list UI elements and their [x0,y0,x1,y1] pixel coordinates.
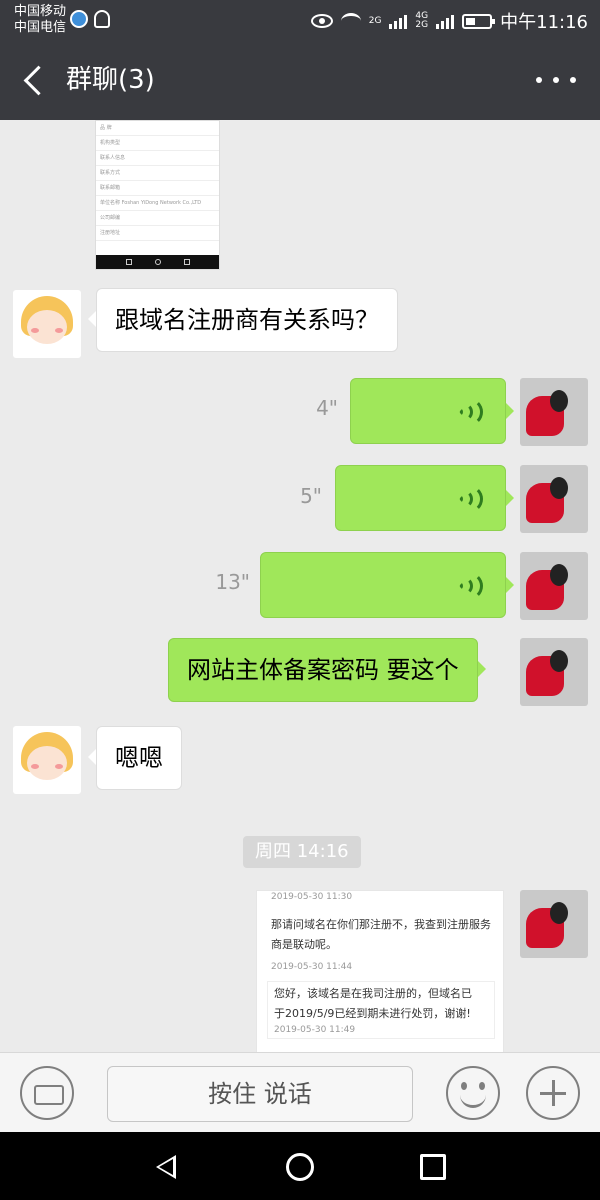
image-row: 品 牌 [96,121,219,136]
video-app-icon [70,10,88,28]
image-navbar [96,255,219,269]
image-timestamp: 2019-05-30 11:44 [271,962,353,972]
nav-back-icon[interactable] [152,1153,180,1181]
system-nav-bar [0,1132,600,1200]
image-row: 单位名称 Foshan YiDong Network Co.,LTD [96,196,219,211]
image-row: 联系方式 [96,166,219,181]
image-message-chat-screenshot[interactable]: 2019-05-30 11:30 那请问域名在你们那注册不，我查到注册服务商是联… [256,890,504,1052]
more-icon[interactable] [536,68,576,92]
image-message-phone-screenshot[interactable]: 品 牌 机构类型 联系人信息 联系方式 联系邮箱 单位名称 Foshan YiD… [95,120,220,270]
avatar-self[interactable] [520,378,588,446]
image-row: 公司邮编 [96,211,219,226]
avatar-self[interactable] [520,890,588,958]
image-row: 联系人信息 [96,151,219,166]
keyboard-icon[interactable] [20,1066,74,1120]
nav-recent-icon[interactable] [420,1154,446,1180]
message-bubble-left[interactable]: 跟域名注册商有关系吗？ [88,288,398,352]
voice-duration: 13" [215,570,250,594]
emoji-icon[interactable] [446,1066,500,1120]
image-row: 注册地址 [96,226,219,241]
timestamp-divider: 周四 14:16 [243,836,361,868]
nav-home-icon[interactable] [286,1153,314,1181]
voice-message[interactable] [350,378,514,444]
signal-icon-2 [436,13,455,29]
plus-icon[interactable] [526,1066,580,1120]
status-right: 2G 4G 2G 中午11:16 [310,8,588,34]
avatar-self[interactable] [520,638,588,706]
image-row: 联系邮箱 [96,181,219,196]
carrier-labels: 中国移动 中国电信 [14,4,66,36]
hold-to-talk-button[interactable]: 按住 说话 [107,1066,413,1122]
carrier-1: 中国移动 [14,4,67,19]
message-bubble-left[interactable]: 嗯嗯 [88,726,182,790]
voice-wave-icon [455,397,483,427]
status-time: 中午11:16 [500,12,588,33]
network-type-2: 4G 2G [415,12,428,30]
voice-duration: 5" [300,484,322,508]
image-row: 机构类型 [96,136,219,151]
message-bubble-right[interactable]: 网站主体备案密码 要这个 [168,638,486,702]
voice-wave-icon [455,484,483,514]
image-timestamp: 2019-05-30 11:30 [271,892,353,902]
image-text: 那请问域名在你们那注册不，我查到注册服务商是联动呢。 [271,918,491,951]
status-bar: 中国移动 中国电信 2G 4G 2G 中午11:16 [0,0,600,40]
carrier-2: 中国电信 [14,20,67,35]
signal-icon [389,13,408,29]
chat-title: 群聊(3) [66,65,155,95]
network-type-3-label: 2G [415,20,429,30]
input-bar: 按住 说话 [0,1052,600,1132]
back-icon[interactable] [18,62,54,98]
image-timestamp: 2019-05-30 11:49 [274,1025,356,1035]
network-type-1: 2G [368,15,382,26]
chat-header: 群聊(3) [0,40,600,120]
wifi-icon [340,13,361,29]
image-text: 您好，该域名是在我司注册的，但域名已于2019/5/9已经到期未进行处罚，谢谢! [274,987,472,1020]
alarm-icon [94,10,110,28]
avatar-self[interactable] [520,552,588,620]
eye-comfort-icon [310,14,333,28]
avatar-self[interactable] [520,465,588,533]
image-reply-card: 您好，该域名是在我司注册的，但域名已于2019/5/9已经到期未进行处罚，谢谢!… [267,981,495,1039]
chat-area[interactable]: 品 牌 机构类型 联系人信息 联系方式 联系邮箱 单位名称 Foshan YiD… [0,120,600,1052]
voice-wave-icon [455,571,483,601]
battery-icon [462,13,496,29]
voice-message[interactable] [260,552,514,618]
notification-icons [70,10,110,28]
voice-message[interactable] [335,465,514,531]
avatar-other[interactable] [13,290,81,358]
avatar-other[interactable] [13,726,81,794]
voice-duration: 4" [316,396,338,420]
